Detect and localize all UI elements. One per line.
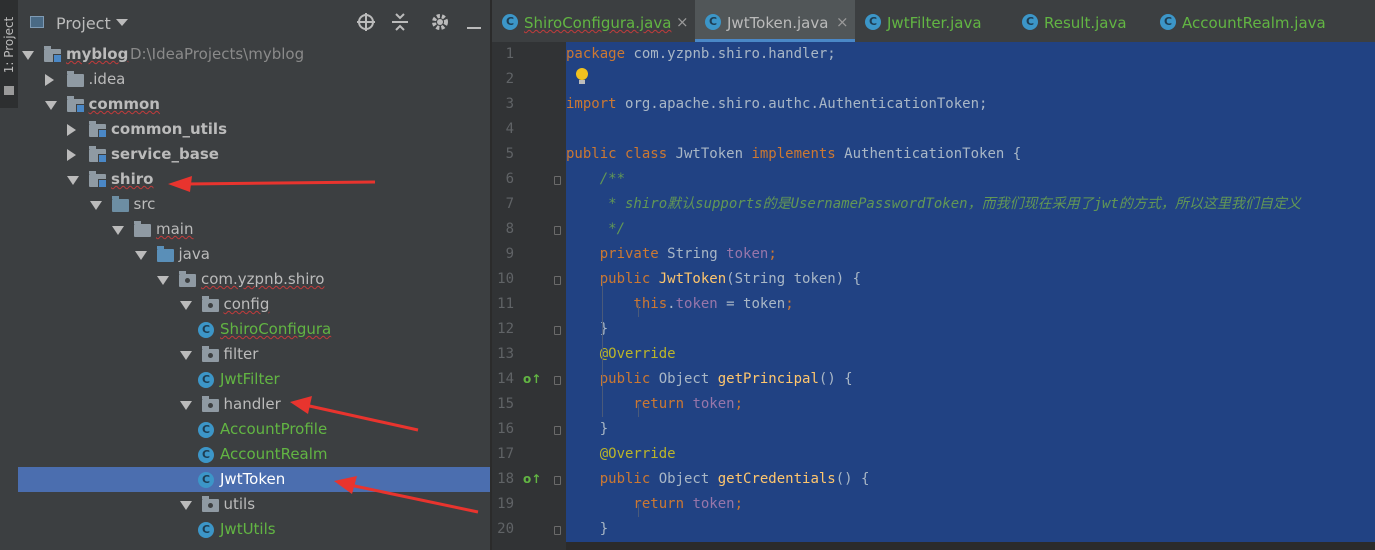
annotation-arrow [290, 396, 419, 432]
annotation-arrow [334, 476, 479, 514]
annotation-arrow [168, 176, 376, 192]
annotation-arrows [168, 176, 479, 514]
